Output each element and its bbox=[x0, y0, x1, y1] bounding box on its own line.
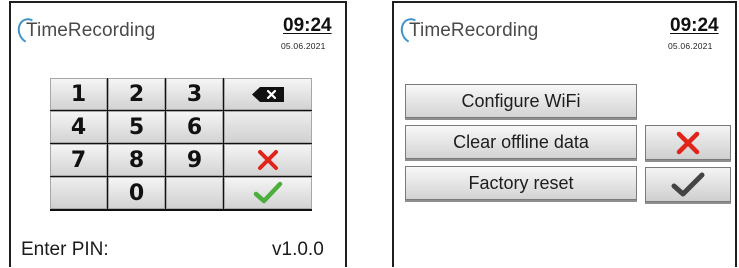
pin-entry-screen: TimeRecording 09:24 05.06.2021 1 2 3 4 5… bbox=[9, 1, 347, 267]
confirm-button[interactable] bbox=[224, 177, 312, 209]
clock-time: 09:24 bbox=[670, 15, 719, 36]
settings-screen: TimeRecording 09:24 05.06.2021 Configure… bbox=[392, 1, 737, 267]
blank-key bbox=[166, 177, 223, 209]
app-name: TimeRecording bbox=[26, 20, 156, 41]
key-9[interactable]: 9 bbox=[166, 144, 223, 176]
confirm-button[interactable] bbox=[645, 167, 731, 202]
cancel-button[interactable] bbox=[224, 144, 312, 176]
backspace-icon bbox=[252, 86, 284, 102]
dark-check-icon bbox=[671, 172, 705, 196]
red-x-icon bbox=[258, 150, 278, 170]
key-5[interactable]: 5 bbox=[108, 111, 165, 143]
key-1[interactable]: 1 bbox=[50, 78, 107, 110]
pin-prompt: Enter PIN: bbox=[21, 239, 109, 260]
key-4[interactable]: 4 bbox=[50, 111, 107, 143]
green-check-icon bbox=[253, 181, 283, 204]
key-0[interactable]: 0 bbox=[108, 177, 165, 209]
blank-key bbox=[224, 111, 312, 143]
app-name: TimeRecording bbox=[409, 20, 539, 41]
key-6[interactable]: 6 bbox=[166, 111, 223, 143]
clock-time: 09:24 bbox=[283, 15, 332, 36]
version-label: v1.0.0 bbox=[272, 239, 324, 260]
key-3[interactable]: 3 bbox=[166, 78, 223, 110]
red-x-icon bbox=[676, 131, 700, 154]
blank-key bbox=[50, 177, 107, 209]
pin-keypad: 1 2 3 4 5 6 7 8 9 0 bbox=[50, 78, 312, 211]
backspace-button[interactable] bbox=[224, 78, 312, 110]
key-8[interactable]: 8 bbox=[108, 144, 165, 176]
key-7[interactable]: 7 bbox=[50, 144, 107, 176]
clock-date: 05.06.2021 bbox=[668, 41, 713, 51]
cancel-button[interactable] bbox=[645, 125, 731, 160]
configure-wifi-button[interactable]: Configure WiFi bbox=[405, 84, 637, 118]
clear-offline-data-button[interactable]: Clear offline data bbox=[405, 125, 637, 159]
clock-date: 05.06.2021 bbox=[281, 41, 326, 51]
key-2[interactable]: 2 bbox=[108, 78, 165, 110]
factory-reset-button[interactable]: Factory reset bbox=[405, 166, 637, 200]
